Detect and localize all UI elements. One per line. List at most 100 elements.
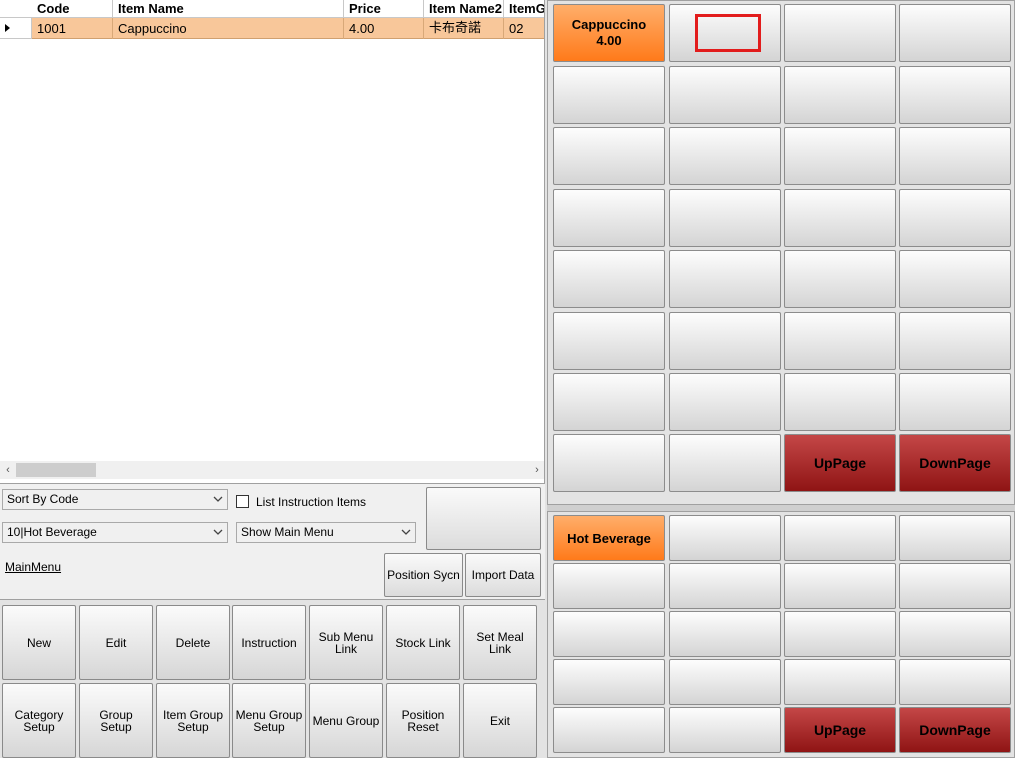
menu-item-tile-price: 4.00	[596, 33, 622, 48]
menu-group-setup-button[interactable]: Menu Group Setup	[232, 683, 306, 758]
menu-item-tile-empty[interactable]	[784, 373, 896, 431]
position-sync-button[interactable]: Position Sycn	[384, 553, 463, 597]
menu-item-tile-empty[interactable]	[553, 66, 665, 124]
menu-group-tile-empty[interactable]	[899, 515, 1011, 561]
menu-group-tile-empty[interactable]	[899, 659, 1011, 705]
menu-item-tile-empty[interactable]	[899, 373, 1011, 431]
menu-select-value: Show Main Menu	[241, 525, 334, 539]
menu-item-tile-empty[interactable]	[899, 127, 1011, 185]
list-instruction-checkbox[interactable]	[236, 495, 249, 508]
cell-price: 4.00	[344, 18, 424, 39]
menu-group-tile-empty[interactable]	[553, 707, 665, 753]
menu-item-tile-empty[interactable]	[669, 434, 781, 492]
menu-item-tile-empty[interactable]	[669, 66, 781, 124]
group-setup-button[interactable]: Group Setup	[79, 683, 153, 758]
stock-link-button[interactable]: Stock Link	[386, 605, 460, 680]
groups-uppage-button[interactable]: UpPage	[784, 707, 896, 753]
cell-item-name: Cappuccino	[113, 18, 344, 39]
menu-item-tile-empty[interactable]	[669, 127, 781, 185]
sort-select[interactable]: Sort By Code	[2, 489, 228, 510]
new-button[interactable]: New	[2, 605, 76, 680]
menu-item-tile-empty[interactable]	[784, 4, 896, 62]
row-indicator[interactable]	[0, 18, 32, 39]
instruction-button[interactable]: Instruction	[232, 605, 306, 680]
column-header-price[interactable]: Price	[344, 0, 424, 18]
column-header-code[interactable]: Code	[32, 0, 113, 18]
menu-group-tile-empty[interactable]	[553, 659, 665, 705]
menu-item-tile-empty[interactable]	[899, 250, 1011, 308]
blank-preview-button[interactable]	[426, 487, 541, 550]
items-downpage-button[interactable]: DownPage	[899, 434, 1011, 492]
list-instruction-label: List Instruction Items	[256, 495, 367, 509]
menu-item-tile-empty[interactable]	[669, 4, 781, 62]
menu-item-tile-empty[interactable]	[784, 312, 896, 370]
menu-item-tile-empty[interactable]	[553, 312, 665, 370]
menu-group-tile-empty[interactable]	[899, 611, 1011, 657]
menu-item-tile-empty[interactable]	[784, 127, 896, 185]
menu-item-tile-selected[interactable]: Cappuccino 4.00	[553, 4, 665, 62]
menu-item-tile-empty[interactable]	[784, 66, 896, 124]
category-setup-button[interactable]: Category Setup	[2, 683, 76, 758]
menu-item-tile-empty[interactable]	[553, 373, 665, 431]
menu-item-tile-empty[interactable]	[899, 189, 1011, 247]
column-header-item-name[interactable]: Item Name	[113, 0, 344, 18]
menu-item-tile-empty[interactable]	[669, 189, 781, 247]
menu-group-tile-empty[interactable]	[669, 515, 781, 561]
main-menu-link[interactable]: MainMenu	[5, 560, 61, 574]
menu-group-tile-empty[interactable]	[669, 563, 781, 609]
exit-button[interactable]: Exit	[463, 683, 537, 758]
scrollbar-thumb[interactable]	[16, 463, 96, 477]
table-row[interactable]: 1001 Cappuccino 4.00 卡布奇諾 02	[32, 18, 544, 39]
menu-group-tile-empty[interactable]	[669, 707, 781, 753]
scroll-right-icon[interactable]: ›	[529, 461, 544, 479]
menu-item-tile-empty[interactable]	[899, 4, 1011, 62]
chevron-down-icon	[401, 529, 411, 535]
delete-button[interactable]: Delete	[156, 605, 230, 680]
menu-item-tile-empty[interactable]	[899, 312, 1011, 370]
import-data-button[interactable]: Import Data	[465, 553, 541, 597]
item-group-setup-button[interactable]: Item Group Setup	[156, 683, 230, 758]
menu-group-tile-empty[interactable]	[784, 563, 896, 609]
grid-header: Code Item Name Price Item Name2 ItemG	[0, 0, 544, 18]
sort-select-value: Sort By Code	[7, 492, 79, 506]
menu-item-tile-empty[interactable]	[553, 250, 665, 308]
groups-downpage-button[interactable]: DownPage	[899, 707, 1011, 753]
menu-group-tile-empty[interactable]	[669, 659, 781, 705]
menu-group-tile-empty[interactable]	[553, 563, 665, 609]
action-buttons: New Edit Delete Instruction Sub Menu Lin…	[0, 600, 545, 758]
items-uppage-button[interactable]: UpPage	[784, 434, 896, 492]
group-select-value: 10|Hot Beverage	[7, 525, 97, 539]
menu-item-tile-empty[interactable]	[553, 434, 665, 492]
filter-controls: Sort By Code List Instruction Items 10|H…	[0, 483, 545, 600]
menu-group-tile-empty[interactable]	[553, 611, 665, 657]
pos-menu-setup-window: Code Item Name Price Item Name2 ItemG 10…	[0, 0, 1015, 758]
menu-group-button[interactable]: Menu Group	[309, 683, 383, 758]
set-meal-link-button[interactable]: Set Meal Link	[463, 605, 537, 680]
column-header-item-name2[interactable]: Item Name2	[424, 0, 504, 18]
horizontal-scrollbar[interactable]: ‹ ›	[0, 461, 544, 479]
selection-highlight-box	[695, 14, 761, 52]
menu-select[interactable]: Show Main Menu	[236, 522, 416, 543]
menu-item-tile-empty[interactable]	[553, 189, 665, 247]
item-grid[interactable]: Code Item Name Price Item Name2 ItemG 10…	[0, 0, 545, 483]
cell-item-group: 02	[504, 18, 544, 39]
menu-group-tile-empty[interactable]	[784, 611, 896, 657]
menu-group-tile-selected[interactable]: Hot Beverage	[553, 515, 665, 561]
menu-group-tile-empty[interactable]	[784, 659, 896, 705]
menu-item-tile-empty[interactable]	[669, 312, 781, 370]
menu-item-tile-empty[interactable]	[784, 250, 896, 308]
sub-menu-link-button[interactable]: Sub Menu Link	[309, 605, 383, 680]
menu-group-tile-empty[interactable]	[669, 611, 781, 657]
edit-button[interactable]: Edit	[79, 605, 153, 680]
menu-item-tile-empty[interactable]	[899, 66, 1011, 124]
menu-group-tile-empty[interactable]	[899, 563, 1011, 609]
menu-item-tile-empty[interactable]	[669, 250, 781, 308]
position-reset-button[interactable]: Position Reset	[386, 683, 460, 758]
menu-item-tile-empty[interactable]	[784, 189, 896, 247]
menu-group-tile-empty[interactable]	[784, 515, 896, 561]
menu-item-tile-empty[interactable]	[669, 373, 781, 431]
menu-item-tile-empty[interactable]	[553, 127, 665, 185]
column-header-item-group[interactable]: ItemG	[504, 0, 544, 18]
group-select[interactable]: 10|Hot Beverage	[2, 522, 228, 543]
scroll-left-icon[interactable]: ‹	[0, 461, 16, 479]
